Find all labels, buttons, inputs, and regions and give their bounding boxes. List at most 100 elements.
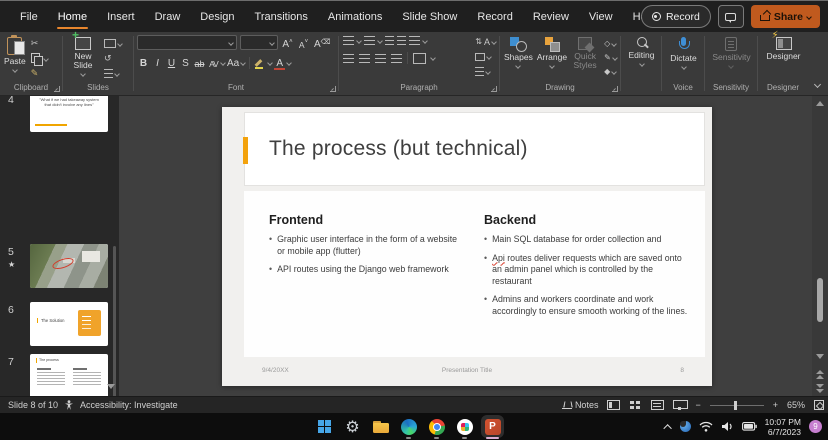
fit-slide-to-window-button[interactable]	[814, 400, 824, 410]
slide-show-button[interactable]	[673, 400, 686, 410]
tray-app-icon[interactable]	[680, 421, 691, 432]
quick-styles-button[interactable]: Quick Styles	[569, 34, 601, 82]
shape-effects-button[interactable]: ◆	[604, 66, 617, 77]
notes-button[interactable]: Notes	[562, 400, 599, 410]
share-button[interactable]: Share	[751, 5, 820, 28]
slide-5-thumbnail[interactable]	[30, 244, 108, 288]
shape-outline-button[interactable]: ✎	[604, 52, 617, 63]
zoom-slider-thumb[interactable]	[734, 401, 737, 410]
wifi-icon[interactable]	[699, 421, 713, 432]
bullets-button[interactable]	[343, 36, 354, 45]
font-color-button[interactable]: A	[273, 55, 286, 69]
align-right-button[interactable]	[375, 54, 386, 63]
highlight-button[interactable]	[254, 55, 267, 69]
tray-overflow-chevron[interactable]	[663, 424, 671, 432]
editing-button[interactable]: Editing	[627, 34, 657, 82]
shape-fill-button[interactable]: ◇	[604, 38, 617, 49]
tab-draw[interactable]: Draw	[145, 1, 191, 32]
text-direction-button[interactable]: ⇅A	[475, 36, 496, 47]
accessibility-status[interactable]: Accessibility: Investigate	[80, 400, 178, 410]
previous-slide-button[interactable]	[812, 370, 828, 379]
scroll-down-button[interactable]	[812, 354, 828, 359]
text-shadow-button[interactable]: S	[179, 55, 192, 69]
columns-button[interactable]	[413, 53, 426, 64]
normal-view-button[interactable]	[607, 400, 620, 410]
collapse-ribbon-chevron[interactable]	[814, 81, 821, 88]
shapes-button[interactable]: Shapes	[502, 34, 535, 82]
italic-button[interactable]: I	[151, 55, 164, 69]
paragraph-dialog-launcher[interactable]	[491, 86, 497, 92]
comments-button[interactable]	[718, 5, 744, 28]
slide-6-thumbnail[interactable]: The Solution	[30, 302, 108, 346]
section-button[interactable]	[104, 68, 122, 79]
slide-layout-button[interactable]	[104, 38, 122, 49]
tab-slide-show[interactable]: Slide Show	[392, 1, 467, 32]
zoom-level[interactable]: 65%	[787, 400, 805, 410]
start-button[interactable]	[316, 418, 333, 435]
bold-button[interactable]: B	[137, 55, 150, 69]
tab-design[interactable]: Design	[190, 1, 244, 32]
main-scrollbar[interactable]	[812, 96, 828, 396]
tab-animations[interactable]: Animations	[318, 1, 392, 32]
paste-button[interactable]: Paste	[2, 34, 28, 82]
scroll-up-button[interactable]	[812, 101, 828, 106]
slide-title[interactable]: The process (but technical)	[269, 137, 528, 161]
file-explorer-taskbar-icon[interactable]	[372, 418, 389, 435]
slide-4-thumbnail[interactable]: "What if we had takeaway system that did…	[30, 96, 108, 132]
battery-icon[interactable]	[742, 422, 757, 431]
scrollbar-thumb[interactable]	[817, 278, 823, 322]
tab-view[interactable]: View	[579, 1, 623, 32]
new-slide-button[interactable]: New Slide	[65, 34, 101, 82]
clock[interactable]: 10:07 PM 6/7/2023	[765, 417, 801, 437]
change-case-button[interactable]: Aa	[226, 55, 240, 69]
increase-indent-button[interactable]	[397, 36, 406, 45]
dictate-button[interactable]: Dictate	[668, 34, 698, 82]
edge-taskbar-icon[interactable]	[400, 418, 417, 435]
justify-button[interactable]	[391, 54, 402, 63]
strikethrough-button[interactable]: ab	[193, 55, 206, 69]
align-left-button[interactable]	[343, 54, 354, 63]
next-slide-button[interactable]	[812, 384, 828, 393]
zoom-out-button[interactable]: −	[695, 400, 700, 410]
settings-taskbar-icon[interactable]: ⚙	[344, 418, 361, 435]
thumbnail-scrollbar[interactable]	[113, 246, 116, 396]
font-size-combo[interactable]	[240, 35, 278, 50]
font-name-combo[interactable]	[137, 35, 237, 50]
align-center-button[interactable]	[359, 54, 370, 63]
numbering-button[interactable]	[364, 36, 375, 45]
underline-button[interactable]: U	[165, 55, 178, 69]
slack-taskbar-icon[interactable]	[456, 418, 473, 435]
reset-slide-button[interactable]: ↺	[104, 53, 122, 64]
frontend-column[interactable]: Frontend •Graphic user interface in the …	[269, 213, 459, 283]
slide-sorter-view-button[interactable]	[629, 400, 642, 410]
record-button[interactable]: Record	[641, 5, 711, 28]
arrange-button[interactable]: Arrange	[535, 34, 569, 82]
slide-canvas[interactable]: The process (but technical) Frontend •Gr…	[222, 107, 712, 386]
tab-insert[interactable]: Insert	[97, 1, 145, 32]
align-text-button[interactable]	[475, 51, 496, 62]
notification-badge[interactable]: 9	[809, 420, 822, 433]
slide-7-thumbnail[interactable]: The process	[30, 354, 108, 396]
tab-file[interactable]: File	[10, 1, 48, 32]
character-spacing-button[interactable]: AV	[207, 55, 220, 69]
zoom-in-button[interactable]: +	[773, 400, 778, 410]
backend-column[interactable]: Backend •Main SQL database for order col…	[484, 213, 689, 324]
tab-transitions[interactable]: Transitions	[245, 1, 318, 32]
shrink-font-button[interactable]: A˅	[297, 36, 310, 50]
reading-view-button[interactable]	[651, 400, 664, 410]
decrease-indent-button[interactable]	[385, 36, 394, 45]
grow-font-button[interactable]: A˄	[281, 36, 294, 50]
copy-button[interactable]	[31, 53, 48, 64]
font-dialog-launcher[interactable]	[330, 86, 336, 92]
format-painter-button[interactable]: ✎	[31, 68, 48, 79]
cut-button[interactable]: ✂	[31, 38, 48, 49]
zoom-slider[interactable]	[710, 405, 764, 406]
volume-icon[interactable]	[721, 421, 734, 432]
convert-smartart-button[interactable]	[475, 66, 496, 77]
tab-record[interactable]: Record	[467, 1, 522, 32]
clear-formatting-button[interactable]: A⌫	[313, 36, 332, 50]
line-spacing-button[interactable]	[409, 36, 420, 45]
powerpoint-taskbar-icon[interactable]: P	[484, 418, 501, 435]
clipboard-dialog-launcher[interactable]	[54, 86, 60, 92]
thumbnail-scroll-down-icon[interactable]	[107, 384, 115, 389]
